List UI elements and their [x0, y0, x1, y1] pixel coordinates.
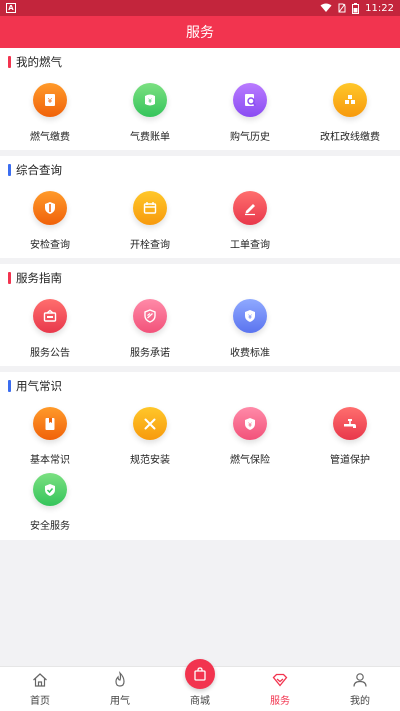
section-marker [8, 380, 11, 392]
tab-gas[interactable]: 用气 [80, 667, 160, 711]
safety-shield-icon [33, 473, 67, 506]
section-title: 服务指南 [16, 271, 62, 285]
service-item-safety-service[interactable]: 安全服务 [0, 466, 100, 532]
service-item-pipeline-protection[interactable]: 管道保护 [300, 400, 400, 466]
calendar-icon [133, 191, 167, 225]
battery-icon [352, 2, 360, 14]
section-service-guide: 服务指南 服务公告 服务承诺 ¥ 收费标准 [0, 264, 400, 366]
svg-text:¥: ¥ [248, 314, 252, 321]
status-bar: A 11:22 [0, 0, 400, 16]
shopping-bag-icon [194, 667, 206, 681]
section-marker [8, 56, 11, 68]
service-item-standard-installation[interactable]: 规范安装 [100, 400, 200, 466]
service-item-purchase-history[interactable]: 购气历史 [200, 76, 300, 158]
section-title: 用气常识 [16, 379, 62, 393]
history-icon [233, 83, 267, 117]
section-query: 综合查询 安检查询 开栓查询 工单查询 [0, 156, 400, 258]
bill-icon: ¥ [133, 83, 167, 117]
edit-icon [233, 191, 267, 225]
tab-mall[interactable]: 商城 [160, 659, 240, 711]
service-item-basic-knowledge[interactable]: 基本常识 [0, 400, 100, 466]
page-title: 服务 [0, 16, 400, 48]
yuan-card-icon: ¥ [33, 83, 67, 117]
section-marker [8, 272, 11, 284]
faucet-icon [333, 407, 367, 440]
insurance-icon: ¥ [233, 407, 267, 440]
shield-icon [33, 191, 67, 225]
svg-text:¥: ¥ [48, 97, 53, 105]
service-item-gas-insurance[interactable]: ¥ 燃气保险 [200, 400, 300, 466]
diamond-icon [272, 673, 288, 687]
section-title: 综合查询 [16, 163, 62, 177]
book-icon [33, 407, 67, 440]
service-item-safety-check-query[interactable]: 安检查询 [0, 184, 100, 266]
service-item-work-order-query[interactable]: 工单查询 [200, 184, 300, 266]
service-item-fee-standard[interactable]: ¥ 收费标准 [200, 292, 300, 374]
svg-text:¥: ¥ [148, 98, 152, 105]
service-item-gas-payment[interactable]: ¥ 燃气缴费 [0, 76, 100, 158]
clock: 11:22 [365, 2, 394, 14]
service-item-announcement[interactable]: 服务公告 [0, 292, 100, 374]
service-item-service-commitment[interactable]: 服务承诺 [100, 292, 200, 374]
user-icon [353, 673, 367, 687]
tab-service[interactable]: 服务 [240, 667, 320, 711]
service-item-valve-open-query[interactable]: 开栓查询 [100, 184, 200, 266]
section-marker [8, 164, 11, 176]
service-item-gas-bill[interactable]: ¥ 气费账单 [100, 76, 200, 158]
pipe-blocks-icon [333, 83, 367, 117]
flame-icon [115, 671, 125, 687]
no-sim-icon [338, 3, 346, 13]
bottom-nav: 首页 用气 商城 服务 我的 [0, 659, 400, 711]
wifi-icon [320, 3, 332, 12]
tab-home[interactable]: 首页 [0, 667, 80, 711]
announcement-icon [33, 299, 67, 333]
section-gas-knowledge: 用气常识 基本常识 规范安装 ¥ 燃气保险 管道保护 安全服务 [0, 372, 400, 540]
section-my-gas: 我的燃气 ¥ 燃气缴费 ¥ 气费账单 购气历史 改杠改线缴费 [0, 48, 400, 150]
home-icon [33, 673, 47, 687]
service-item-pipe-change-payment[interactable]: 改杠改线缴费 [300, 76, 400, 158]
mall-button[interactable] [185, 659, 215, 689]
tools-icon [133, 407, 167, 440]
badge-icon [133, 299, 167, 333]
section-title: 我的燃气 [16, 55, 62, 69]
app-notification-icon: A [6, 3, 16, 13]
tab-mine[interactable]: 我的 [320, 667, 400, 711]
price-shield-icon: ¥ [233, 299, 267, 333]
svg-text:¥: ¥ [248, 422, 252, 429]
